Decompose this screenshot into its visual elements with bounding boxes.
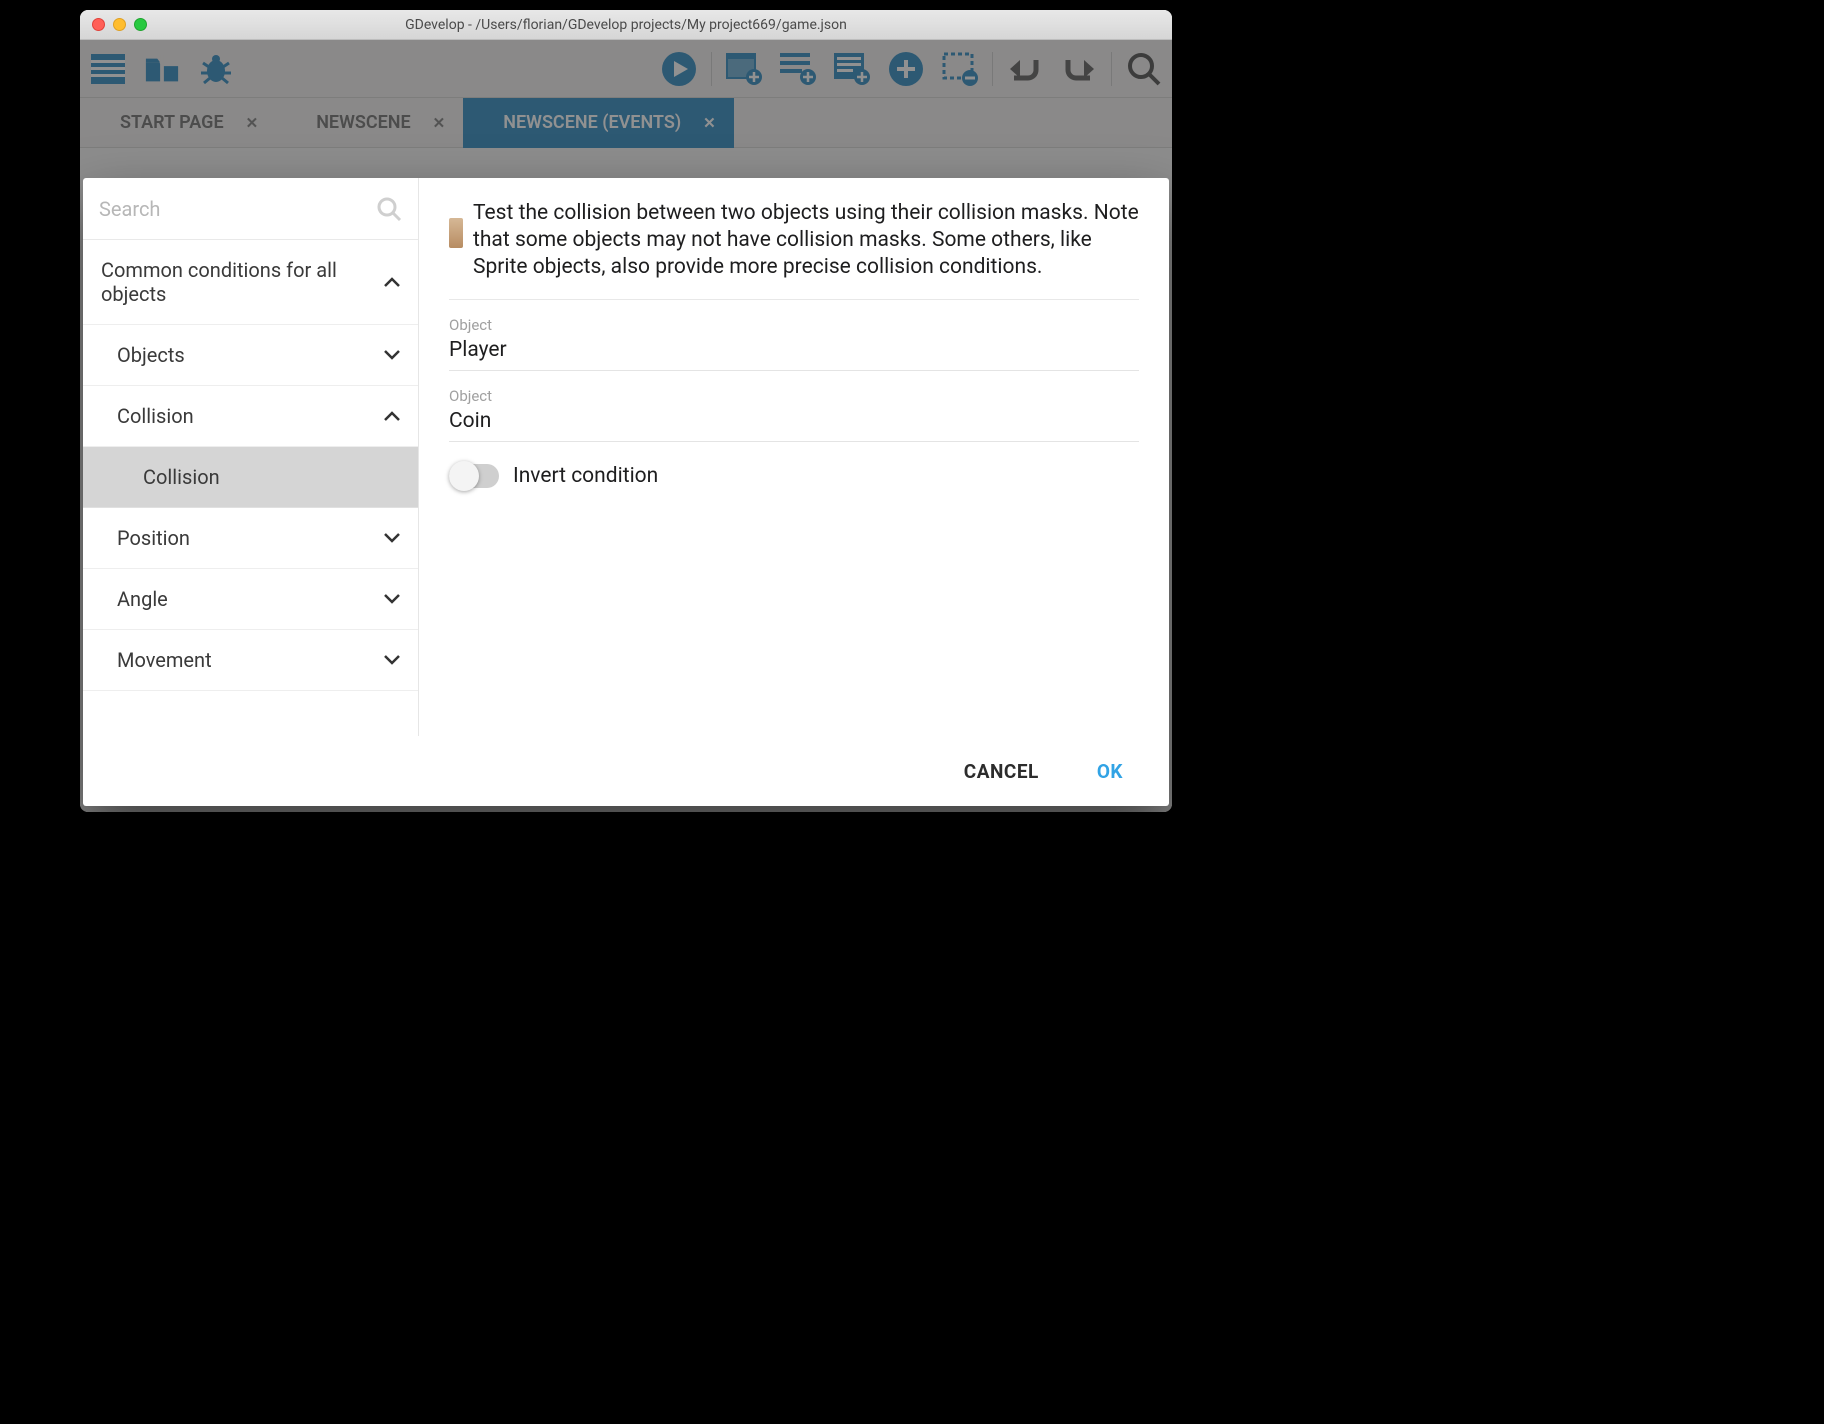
condition-tree-panel: Common conditions for all objects Object… xyxy=(83,178,419,736)
category-label: Position xyxy=(117,526,190,550)
ok-button[interactable]: OK xyxy=(1097,760,1123,783)
titlebar: GDevelop - /Users/florian/GDevelop proje… xyxy=(80,10,1172,40)
category-label: Movement xyxy=(117,648,212,672)
object-input-2[interactable] xyxy=(449,409,1139,433)
chevron-up-icon xyxy=(384,277,400,287)
description-row: Test the collision between two objects u… xyxy=(449,200,1139,300)
dialog-body: Common conditions for all objects Object… xyxy=(83,178,1169,736)
invert-condition-row: Invert condition xyxy=(449,464,1139,488)
object-input-1[interactable] xyxy=(449,338,1139,362)
chevron-up-icon xyxy=(384,411,400,421)
condition-config-panel: Test the collision between two objects u… xyxy=(419,178,1169,736)
window-title: GDevelop - /Users/florian/GDevelop proje… xyxy=(80,17,1172,33)
category-collision[interactable]: Collision xyxy=(83,386,418,447)
invert-toggle[interactable] xyxy=(449,464,499,488)
search-input[interactable] xyxy=(99,197,376,221)
condition-label: Collision xyxy=(143,465,220,489)
condition-collision-item[interactable]: Collision xyxy=(83,447,418,508)
category-movement[interactable]: Movement xyxy=(83,630,418,691)
category-header[interactable]: Common conditions for all objects xyxy=(83,240,418,325)
category-label: Common conditions for all objects xyxy=(101,258,351,306)
category-list: Common conditions for all objects Object… xyxy=(83,240,418,736)
traffic-lights xyxy=(92,18,147,31)
invert-label: Invert condition xyxy=(513,464,658,488)
search-icon xyxy=(376,196,402,222)
object-field-1[interactable]: Object xyxy=(449,316,1139,371)
chevron-down-icon xyxy=(384,594,400,604)
condition-type-icon xyxy=(449,218,463,248)
cancel-button[interactable]: CANCEL xyxy=(964,760,1039,783)
category-objects[interactable]: Objects xyxy=(83,325,418,386)
maximize-window-button[interactable] xyxy=(134,18,147,31)
search-row xyxy=(83,178,418,240)
category-label: Collision xyxy=(117,404,194,428)
category-position[interactable]: Position xyxy=(83,508,418,569)
field-label: Object xyxy=(449,316,1139,334)
chevron-down-icon xyxy=(384,655,400,665)
app-window: GDevelop - /Users/florian/GDevelop proje… xyxy=(80,10,1172,812)
category-label: Angle xyxy=(117,587,168,611)
toggle-knob xyxy=(449,461,479,491)
field-label: Object xyxy=(449,387,1139,405)
minimize-window-button[interactable] xyxy=(113,18,126,31)
object-field-2[interactable]: Object xyxy=(449,387,1139,442)
category-label: Objects xyxy=(117,343,185,367)
condition-description: Test the collision between two objects u… xyxy=(473,200,1139,281)
chevron-down-icon xyxy=(384,533,400,543)
chevron-down-icon xyxy=(384,350,400,360)
dialog-footer: CANCEL OK xyxy=(83,736,1169,806)
close-window-button[interactable] xyxy=(92,18,105,31)
condition-dialog: Common conditions for all objects Object… xyxy=(83,178,1169,806)
category-angle[interactable]: Angle xyxy=(83,569,418,630)
